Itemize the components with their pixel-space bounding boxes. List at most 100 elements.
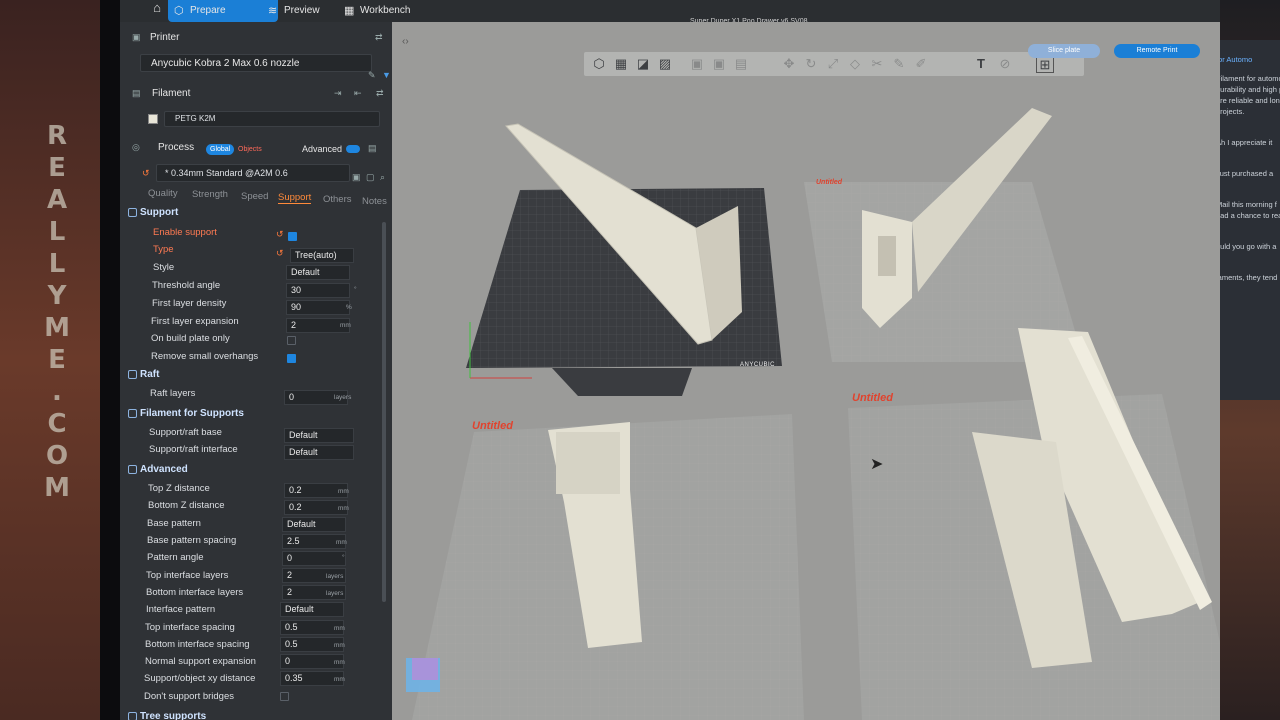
settings-icon[interactable]: ⇄ (376, 88, 384, 99)
pattern-angle-input[interactable]: 0 (282, 551, 346, 566)
process-icon: ◎ (132, 142, 140, 152)
support-raft-base-select[interactable]: Default (284, 428, 354, 443)
bottom-z-distance-label: Bottom Z distance (148, 500, 225, 511)
type-label: Type (153, 244, 174, 255)
settings-icon[interactable]: ⇄ (375, 32, 383, 43)
tab-others[interactable]: Others (323, 194, 352, 205)
monitor-bezel (100, 0, 120, 720)
top-interface-spacing-label: Top interface spacing (145, 622, 235, 633)
global-toggle[interactable]: Global (206, 144, 235, 155)
wall-sign: REALLYME.COM (44, 121, 70, 503)
printer-header: Printer (150, 32, 180, 43)
advanced-toggle[interactable] (346, 145, 360, 153)
tab-label: Prepare (190, 5, 226, 16)
plate-name-label[interactable]: Untitled (852, 392, 893, 404)
home-icon[interactable]: ⌂ (146, 0, 168, 18)
filament-color-swatch[interactable] (148, 114, 158, 124)
side-window-header: for Automo (1216, 55, 1253, 64)
printer-icon: ▣ (132, 32, 141, 42)
advanced-label: Advanced (302, 144, 343, 154)
tree-supports-group-icon (128, 712, 137, 720)
revert-icon[interactable]: ↺ (142, 168, 150, 179)
tab-workbench[interactable]: ▦ Workbench (338, 0, 428, 22)
filament-name: PETG K2M (175, 114, 216, 123)
top-interface-layers-label: Top interface layers (146, 570, 229, 581)
unit: mm (338, 505, 349, 512)
tab-preview[interactable]: ≋ Preview (262, 0, 342, 22)
grid-icon: ▦ (344, 5, 355, 17)
tab-speed[interactable]: Speed (241, 191, 268, 202)
tab-label: Workbench (360, 5, 411, 16)
copy-icon[interactable]: ▢ (366, 172, 375, 183)
scene (406, 108, 1220, 720)
printer-section: ▣ Printer ⇄ (120, 28, 392, 48)
cube-icon: ⬡ (174, 5, 184, 17)
base-pattern-label: Base pattern (147, 518, 201, 529)
build-plate-only-checkbox[interactable] (287, 336, 296, 345)
model-cutout (878, 236, 896, 276)
process-profile: * 0.34mm Standard @A2M 0.6 (165, 168, 288, 178)
unit: mm (336, 539, 347, 546)
first-layer-density-input[interactable]: 90 (286, 300, 350, 315)
style-select[interactable]: Default (286, 265, 350, 280)
3d-viewport[interactable]: ‹› ⬡ ▦ ◪ ▨ ▣ ▣ ▤ ✥ ↻ ⤢ ◇ ✂ ✎ ✐ T ⊘ ⊞ Sli… (392, 22, 1220, 720)
filament-supports-group-icon (128, 409, 137, 418)
revert-icon[interactable]: ↺ (276, 248, 284, 259)
side-line: Just purchased a (1216, 169, 1274, 178)
settings-panel: ▣ Printer ⇄ Anycubic Kobra 2 Max 0.6 noz… (120, 22, 392, 720)
tab-notes[interactable]: Notes (362, 196, 387, 207)
side-line: Mail this morning f (1216, 200, 1277, 209)
base-pattern-select[interactable]: Default (282, 517, 346, 532)
threshold-angle-input[interactable]: 30 (286, 283, 350, 298)
side-line: had a chance to rea (1216, 211, 1280, 220)
process-profile-select[interactable]: * 0.34mm Standard @A2M 0.6 (156, 164, 350, 182)
printer-select[interactable]: Anycubic Kobra 2 Max 0.6 nozzle (140, 54, 372, 72)
tab-support[interactable]: Support (278, 192, 312, 204)
raft-group-icon (128, 370, 137, 379)
type-select[interactable]: Tree(auto) (290, 248, 354, 263)
plate-name-label[interactable]: Untitled (472, 420, 513, 432)
process-header: Process (158, 142, 195, 153)
settings-scrollbar[interactable] (382, 222, 386, 602)
tab-quality[interactable]: Quality (148, 188, 178, 199)
save-icon[interactable]: ▣ (352, 172, 361, 183)
filament-select[interactable]: PETG K2M (164, 111, 380, 127)
raft-group-header: Raft (140, 369, 160, 380)
search-icon[interactable]: ⌕ (380, 172, 385, 183)
view-cube-top (412, 658, 438, 680)
tree-supports-header: Tree supports (140, 711, 207, 720)
remove-small-overhangs-checkbox[interactable] (287, 354, 296, 363)
threshold-angle-label: Threshold angle (152, 280, 221, 291)
plate-name-label[interactable]: Untitled (816, 179, 842, 186)
objects-toggle[interactable]: Objects (234, 144, 266, 155)
side-line: Filament for automo (1216, 74, 1280, 83)
support-raft-interface-select[interactable]: Default (284, 445, 354, 460)
pattern-angle-label: Pattern angle (147, 552, 204, 563)
background-chat-window: for Automo Filament for automo durabilit… (1210, 40, 1280, 400)
sync-icon[interactable]: ⇥ (334, 88, 342, 99)
bottom-interface-spacing-label: Bottom interface spacing (145, 639, 250, 650)
compare-icon[interactable]: ▤ (368, 143, 377, 154)
revert-icon[interactable]: ↺ (276, 229, 284, 240)
tab-strength[interactable]: Strength (192, 189, 228, 200)
bottom-interface-layers-label: Bottom interface layers (146, 587, 244, 598)
first-layer-density-label: First layer density (152, 298, 227, 309)
unit: mm (334, 659, 345, 666)
enable-support-checkbox[interactable] (288, 232, 297, 241)
unit: mm (334, 642, 345, 649)
wifi-icon[interactable]: ▼ (382, 70, 391, 80)
side-line: are reliable and lon (1216, 96, 1280, 105)
side-line: laments, they tend (1216, 273, 1278, 282)
interface-pattern-select[interactable]: Default (280, 602, 344, 617)
raft-layers-label: Raft layers (150, 388, 196, 399)
remove-small-overhangs-label: Remove small overhangs (151, 351, 259, 362)
interface-pattern-label: Interface pattern (146, 604, 216, 615)
advanced-group-header: Advanced (140, 464, 188, 475)
plate-tab (552, 368, 692, 396)
remove-icon[interactable]: ⇤ (354, 88, 362, 99)
side-line: projects. (1216, 107, 1245, 116)
dont-support-bridges-checkbox[interactable] (280, 692, 289, 701)
unit: ° (354, 286, 357, 293)
edit-icon[interactable]: ✎ (368, 70, 376, 81)
side-line: ould you go with a (1216, 242, 1277, 251)
